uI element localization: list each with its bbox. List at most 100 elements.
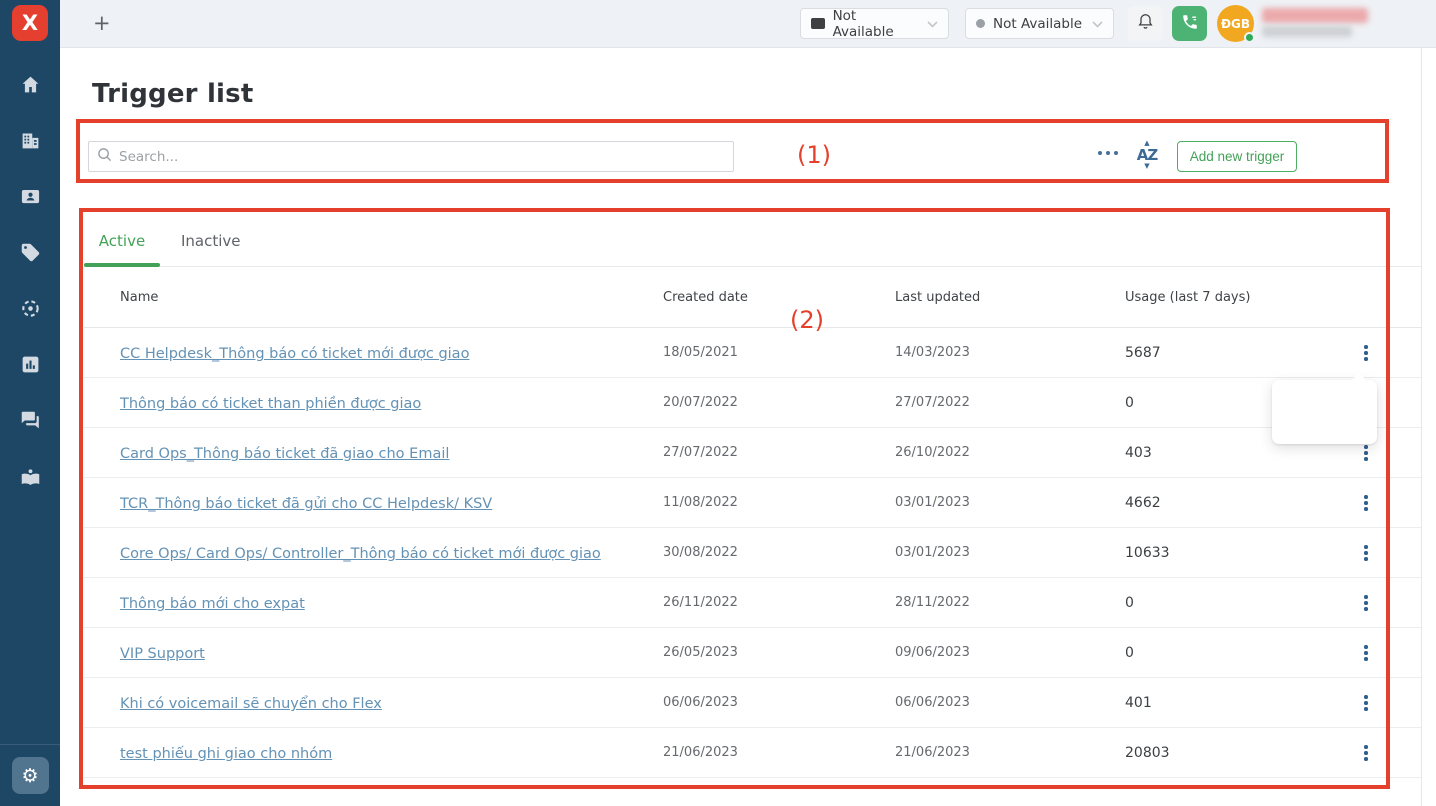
trigger-name-link[interactable]: Core Ops/ Card Ops/ Controller_Thông báo… bbox=[120, 546, 601, 562]
column-header-usage: Usage (last 7 days) bbox=[1125, 290, 1305, 305]
user-avatar[interactable]: ĐGB bbox=[1217, 5, 1254, 42]
redacted-user-role bbox=[1262, 26, 1352, 37]
sidebar-item-conversations[interactable] bbox=[0, 394, 60, 450]
tab-bar: Active Inactive bbox=[84, 224, 1421, 267]
last-updated-cell: 21/06/2023 bbox=[895, 745, 1125, 760]
company-icon bbox=[20, 130, 41, 155]
row-actions-kebab-button[interactable] bbox=[1356, 692, 1376, 714]
sidebar-item-company[interactable] bbox=[0, 114, 60, 170]
chevron-down-icon bbox=[1092, 16, 1103, 32]
search-box bbox=[88, 141, 734, 172]
usage-cell: 0 bbox=[1125, 595, 1305, 611]
trigger-name-link[interactable]: CC Helpdesk_Thông báo có ticket mới được… bbox=[120, 346, 469, 362]
row-actions-menu-item[interactable] bbox=[1272, 420, 1377, 436]
search-icon bbox=[97, 147, 112, 166]
trigger-name-link[interactable]: Card Ops_Thông báo ticket đã giao cho Em… bbox=[120, 446, 449, 462]
last-updated-cell: 14/03/2023 bbox=[895, 345, 1125, 360]
sidebar: X ⚙ bbox=[0, 0, 60, 806]
column-header-name: Name bbox=[120, 290, 663, 305]
created-date-cell: 18/05/2021 bbox=[663, 345, 895, 360]
row-actions-kebab-button[interactable] bbox=[1356, 642, 1376, 664]
app-logo[interactable]: X bbox=[12, 5, 48, 41]
usage-cell: 5687 bbox=[1125, 345, 1305, 361]
sidebar-item-home[interactable] bbox=[0, 58, 60, 114]
reports-icon bbox=[20, 354, 41, 379]
row-actions-kebab-button[interactable] bbox=[1356, 342, 1376, 364]
trigger-table: Active Inactive Name Created date Last u… bbox=[84, 224, 1421, 778]
last-updated-cell: 26/10/2022 bbox=[895, 445, 1125, 460]
created-date-cell: 20/07/2022 bbox=[663, 395, 895, 410]
tab-inactive[interactable]: Inactive bbox=[181, 232, 241, 250]
new-tab-button[interactable]: + bbox=[93, 11, 111, 35]
usage-cell: 401 bbox=[1125, 695, 1305, 711]
sort-az-icon: AZ bbox=[1133, 147, 1161, 163]
phone-call-icon bbox=[1181, 13, 1199, 35]
settings-button[interactable]: ⚙ bbox=[12, 757, 49, 794]
table-header: Name Created date Last updated Usage (la… bbox=[84, 267, 1421, 328]
tag-icon bbox=[20, 242, 41, 267]
trigger-name-link[interactable]: Thông báo có ticket than phiền được giao bbox=[120, 396, 421, 412]
content-right-divider bbox=[1421, 48, 1422, 806]
tab-active[interactable]: Active bbox=[84, 232, 160, 250]
trigger-name-link[interactable]: VIP Support bbox=[120, 646, 205, 662]
search-input[interactable] bbox=[119, 149, 725, 165]
created-date-cell: 21/06/2023 bbox=[663, 745, 895, 760]
target-icon bbox=[20, 298, 41, 323]
trigger-name-link[interactable]: TCR_Thông báo ticket đã gửi cho CC Helpd… bbox=[120, 496, 492, 512]
sidebar-item-tags[interactable] bbox=[0, 226, 60, 282]
created-date-cell: 26/11/2022 bbox=[663, 595, 895, 610]
chat-status-value: Not Available bbox=[833, 8, 919, 40]
usage-cell: 0 bbox=[1125, 645, 1305, 661]
presence-status-dot bbox=[1244, 32, 1255, 43]
row-actions-menu-item[interactable] bbox=[1272, 388, 1377, 404]
column-header-created: Created date bbox=[663, 290, 895, 305]
chat-bubble-icon bbox=[811, 18, 825, 29]
trigger-name-link[interactable]: Thông báo mới cho expat bbox=[120, 596, 305, 612]
add-new-trigger-button[interactable]: Add new trigger bbox=[1177, 141, 1297, 172]
last-updated-cell: 09/06/2023 bbox=[895, 645, 1125, 660]
table-row: VIP Support 26/05/2023 09/06/2023 0 bbox=[84, 628, 1421, 678]
usage-cell: 4662 bbox=[1125, 495, 1305, 511]
more-options-button[interactable] bbox=[1098, 151, 1118, 155]
top-bar: + Not Available Not Available ĐGB bbox=[60, 0, 1436, 48]
knowledge-base-icon bbox=[20, 466, 41, 491]
created-date-cell: 11/08/2022 bbox=[663, 495, 895, 510]
created-date-cell: 27/07/2022 bbox=[663, 445, 895, 460]
row-actions-kebab-button[interactable] bbox=[1356, 742, 1376, 764]
presence-dot-icon bbox=[976, 19, 985, 28]
avatar-initials: ĐGB bbox=[1221, 17, 1250, 31]
table-row: TCR_Thông báo ticket đã gửi cho CC Helpd… bbox=[84, 478, 1421, 528]
main-content: + Not Available Not Available ĐGB Trigge… bbox=[60, 0, 1436, 806]
table-row: CC Helpdesk_Thông báo có ticket mới được… bbox=[84, 328, 1421, 378]
created-date-cell: 06/06/2023 bbox=[663, 695, 895, 710]
row-actions-kebab-button[interactable] bbox=[1356, 492, 1376, 514]
row-actions-kebab-button[interactable] bbox=[1356, 442, 1376, 464]
contacts-icon bbox=[20, 186, 41, 211]
sort-az-button[interactable]: ▲ AZ ▼ bbox=[1133, 140, 1161, 174]
table-row: Card Ops_Thông báo ticket đã giao cho Em… bbox=[84, 428, 1421, 478]
phone-button[interactable] bbox=[1172, 6, 1207, 41]
column-header-updated: Last updated bbox=[895, 290, 1125, 305]
sidebar-item-reports[interactable] bbox=[0, 338, 60, 394]
last-updated-cell: 06/06/2023 bbox=[895, 695, 1125, 710]
settings-gear-icon: ⚙ bbox=[21, 765, 38, 787]
trigger-name-link[interactable]: Khi có voicemail sẽ chuyển cho Flex bbox=[120, 696, 382, 712]
call-status-dropdown[interactable]: Not Available bbox=[965, 8, 1114, 39]
annotation-label-1: (1) bbox=[797, 141, 831, 169]
usage-cell: 403 bbox=[1125, 445, 1305, 461]
sidebar-item-knowledge-base[interactable] bbox=[0, 450, 60, 506]
chevron-down-icon bbox=[927, 16, 938, 32]
row-actions-kebab-button[interactable] bbox=[1356, 542, 1376, 564]
row-actions-menu-item[interactable] bbox=[1272, 404, 1377, 420]
sidebar-item-contacts[interactable] bbox=[0, 170, 60, 226]
trigger-name-link[interactable]: test phiếu ghi giao cho nhóm bbox=[120, 746, 332, 762]
chat-status-dropdown[interactable]: Not Available bbox=[800, 8, 949, 39]
last-updated-cell: 27/07/2022 bbox=[895, 395, 1125, 410]
table-row: Khi có voicemail sẽ chuyển cho Flex 06/0… bbox=[84, 678, 1421, 728]
redacted-user-name bbox=[1262, 8, 1368, 23]
notifications-button[interactable] bbox=[1128, 6, 1163, 41]
table-row: Thông báo mới cho expat 26/11/2022 28/11… bbox=[84, 578, 1421, 628]
sidebar-item-targets[interactable] bbox=[0, 282, 60, 338]
last-updated-cell: 03/01/2023 bbox=[895, 545, 1125, 560]
row-actions-kebab-button[interactable] bbox=[1356, 592, 1376, 614]
